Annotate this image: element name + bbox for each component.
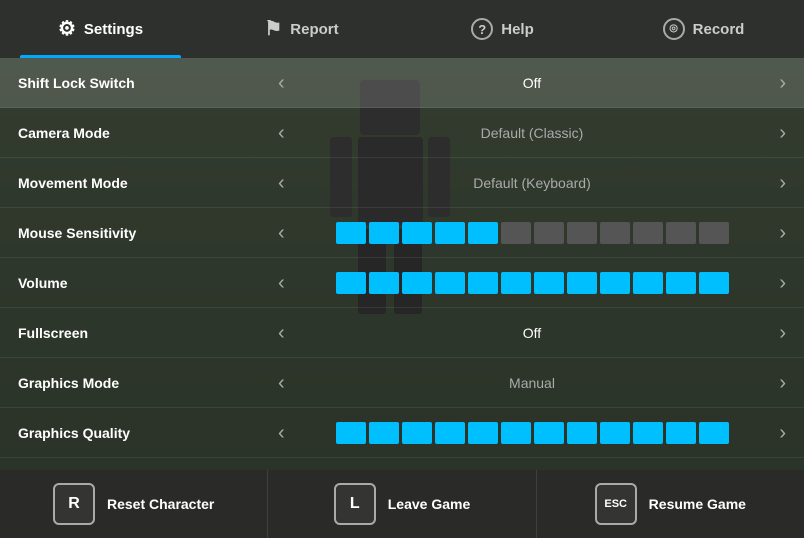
reset-character-button[interactable]: R Reset Character bbox=[0, 470, 268, 538]
tab-settings-label: Settings bbox=[84, 21, 143, 38]
tab-report-label: Report bbox=[290, 21, 338, 38]
label-graphics-mode: Graphics Mode bbox=[10, 375, 270, 391]
seg-3 bbox=[402, 222, 432, 244]
leave-game-label: Leave Game bbox=[388, 496, 471, 512]
row-movement-mode: Movement Mode ‹ Default (Keyboard) › bbox=[0, 158, 804, 208]
settings-content: Shift Lock Switch ‹ Off › Camera Mode ‹ … bbox=[0, 58, 804, 470]
label-shift-lock: Shift Lock Switch bbox=[10, 75, 270, 91]
seg-6 bbox=[501, 222, 531, 244]
arrow-right-volume[interactable]: › bbox=[771, 273, 794, 293]
resume-game-button[interactable]: ESC Resume Game bbox=[537, 470, 804, 538]
value-movement-mode: Default (Keyboard) bbox=[297, 175, 768, 191]
arrow-right-graphics-quality[interactable]: › bbox=[771, 423, 794, 443]
resume-game-label: Resume Game bbox=[649, 496, 746, 512]
value-shift-lock: Off bbox=[297, 75, 768, 91]
tab-help[interactable]: ? Help bbox=[402, 0, 603, 58]
record-icon: ◎ bbox=[663, 18, 685, 40]
row-fullscreen: Fullscreen ‹ Off › bbox=[0, 308, 804, 358]
label-movement-mode: Movement Mode bbox=[10, 175, 270, 191]
row-mouse-sensitivity: Mouse Sensitivity ‹ › bbox=[0, 208, 804, 258]
control-graphics-quality: ‹ › bbox=[270, 422, 794, 444]
tab-record-label: Record bbox=[693, 21, 745, 38]
arrow-right-movement[interactable]: › bbox=[771, 173, 794, 193]
row-graphics-quality: Graphics Quality ‹ › bbox=[0, 408, 804, 458]
row-camera-mode: Camera Mode ‹ Default (Classic) › bbox=[0, 108, 804, 158]
arrow-right-shift-lock[interactable]: › bbox=[771, 73, 794, 93]
control-movement-mode: ‹ Default (Keyboard) › bbox=[270, 173, 794, 193]
row-graphics-mode: Graphics Mode ‹ Manual › bbox=[0, 358, 804, 408]
arrow-left-movement[interactable]: ‹ bbox=[270, 173, 293, 193]
label-volume: Volume bbox=[10, 275, 270, 291]
seg-7 bbox=[534, 222, 564, 244]
arrow-left-camera[interactable]: ‹ bbox=[270, 123, 293, 143]
seg-10 bbox=[633, 222, 663, 244]
main-panel: ⚙ Settings ⚑ Report ? Help ◎ Record Shif… bbox=[0, 0, 804, 538]
label-fullscreen: Fullscreen bbox=[10, 325, 270, 341]
value-fullscreen: Off bbox=[297, 325, 768, 341]
control-fullscreen: ‹ Off › bbox=[270, 323, 794, 343]
control-volume: ‹ › bbox=[270, 272, 794, 294]
control-camera-mode: ‹ Default (Classic) › bbox=[270, 123, 794, 143]
label-graphics-quality: Graphics Quality bbox=[10, 425, 270, 441]
bottom-bar: R Reset Character L Leave Game ESC Resum… bbox=[0, 470, 804, 538]
seg-12 bbox=[699, 222, 729, 244]
slider-volume[interactable] bbox=[297, 272, 768, 294]
seg-1 bbox=[336, 222, 366, 244]
arrow-left-fullscreen[interactable]: ‹ bbox=[270, 323, 293, 343]
reset-key-badge: R bbox=[53, 483, 95, 525]
tab-help-label: Help bbox=[501, 21, 534, 38]
tab-settings[interactable]: ⚙ Settings bbox=[0, 0, 201, 58]
control-shift-lock: ‹ Off › bbox=[270, 73, 794, 93]
tab-report[interactable]: ⚑ Report bbox=[201, 0, 402, 58]
report-icon: ⚑ bbox=[264, 19, 282, 39]
arrow-left-volume[interactable]: ‹ bbox=[270, 273, 293, 293]
slider-graphics-quality[interactable] bbox=[297, 422, 768, 444]
seg-8 bbox=[567, 222, 597, 244]
row-shift-lock: Shift Lock Switch ‹ Off › bbox=[0, 58, 804, 108]
top-nav: ⚙ Settings ⚑ Report ? Help ◎ Record bbox=[0, 0, 804, 58]
arrow-left-graphics-mode[interactable]: ‹ bbox=[270, 373, 293, 393]
seg-11 bbox=[666, 222, 696, 244]
help-icon: ? bbox=[471, 18, 493, 40]
control-mouse-sensitivity: ‹ › bbox=[270, 222, 794, 244]
control-graphics-mode: ‹ Manual › bbox=[270, 373, 794, 393]
seg-2 bbox=[369, 222, 399, 244]
label-mouse-sensitivity: Mouse Sensitivity bbox=[10, 225, 270, 241]
tab-record[interactable]: ◎ Record bbox=[603, 0, 804, 58]
arrow-right-fullscreen[interactable]: › bbox=[771, 323, 794, 343]
leave-key-badge: L bbox=[334, 483, 376, 525]
resume-key-badge: ESC bbox=[595, 483, 637, 525]
arrow-left-graphics-quality[interactable]: ‹ bbox=[270, 423, 293, 443]
seg-5 bbox=[468, 222, 498, 244]
arrow-left-mouse[interactable]: ‹ bbox=[270, 223, 293, 243]
leave-game-button[interactable]: L Leave Game bbox=[268, 470, 536, 538]
row-volume: Volume ‹ › bbox=[0, 258, 804, 308]
reset-character-label: Reset Character bbox=[107, 496, 214, 512]
arrow-right-mouse[interactable]: › bbox=[771, 223, 794, 243]
value-graphics-mode: Manual bbox=[297, 375, 768, 391]
seg-9 bbox=[600, 222, 630, 244]
arrow-right-camera[interactable]: › bbox=[771, 123, 794, 143]
label-camera-mode: Camera Mode bbox=[10, 125, 270, 141]
value-camera-mode: Default (Classic) bbox=[297, 125, 768, 141]
arrow-right-graphics-mode[interactable]: › bbox=[771, 373, 794, 393]
slider-mouse-sensitivity[interactable] bbox=[297, 222, 768, 244]
seg-4 bbox=[435, 222, 465, 244]
settings-icon: ⚙ bbox=[58, 19, 76, 39]
arrow-left-shift-lock[interactable]: ‹ bbox=[270, 73, 293, 93]
